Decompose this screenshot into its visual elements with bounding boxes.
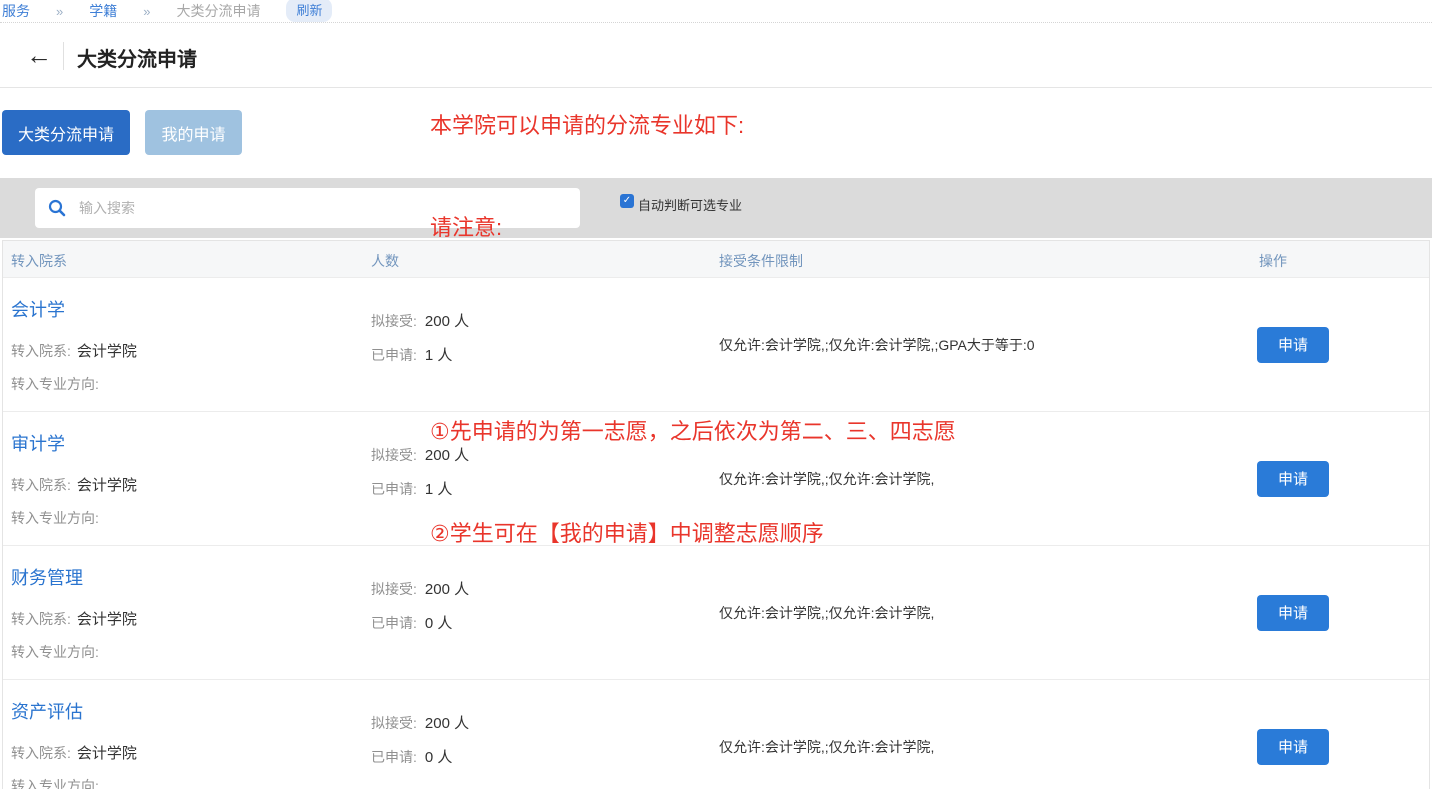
dept-value: 会计学院 — [77, 745, 137, 762]
condition-text: 仅允许:会计学院,;仅允许:会计学院,;GPA大于等于:0 — [719, 335, 1035, 355]
majors-table: 转入院系 人数 接受条件限制 操作 会计学 转入院系:会计学院 转入专业方向: … — [2, 240, 1430, 789]
planned-label: 拟接受: — [371, 313, 417, 329]
apply-button[interactable]: 申请 — [1257, 595, 1329, 631]
dept-line: 转入院系: 会计学院 — [11, 474, 137, 495]
applied-value: 1 人 — [425, 347, 453, 364]
major-link[interactable]: 资产评估 — [11, 698, 83, 724]
applied-label: 已申请: — [371, 615, 417, 631]
column-header-operation: 操作 — [1259, 251, 1287, 271]
direction-label: 转入专业方向: — [11, 376, 99, 392]
direction-line: 转入专业方向: — [11, 776, 105, 789]
breadcrumb-item-services[interactable]: 服务 — [2, 1, 30, 21]
dept-label: 转入院系: — [11, 477, 71, 493]
breadcrumb-item-student-status[interactable]: 学籍 — [89, 1, 117, 21]
direction-line: 转入专业方向: — [11, 642, 105, 662]
planned-label: 拟接受: — [371, 581, 417, 597]
dept-label: 转入院系: — [11, 611, 71, 627]
tab-major-diversion-application[interactable]: 大类分流申请 — [2, 110, 130, 155]
major-link[interactable]: 会计学 — [11, 296, 65, 322]
planned-line: 拟接受: 200 人 — [371, 578, 469, 599]
direction-label: 转入专业方向: — [11, 778, 99, 789]
toolbar: ✓ 自动判断可选专业 — [0, 178, 1432, 238]
breadcrumb-item-current: 大类分流申请 — [176, 1, 260, 21]
applied-label: 已申请: — [371, 749, 417, 765]
column-header-dept: 转入院系 — [11, 251, 67, 271]
dept-line: 转入院系: 会计学院 — [11, 340, 137, 361]
page: 服务 » 学籍 » 大类分流申请 刷新 ← 大类分流申请 本学院可以申请的分流专… — [0, 0, 1432, 789]
annotation-line: 本学院可以申请的分流专业如下: — [430, 109, 956, 143]
planned-value: 200 人 — [425, 447, 469, 464]
planned-value: 200 人 — [425, 581, 469, 598]
header-divider — [63, 42, 64, 70]
dept-line: 转入院系: 会计学院 — [11, 608, 137, 629]
back-arrow-icon[interactable]: ← — [26, 41, 52, 69]
refresh-button[interactable]: 刷新 — [286, 0, 332, 22]
applied-line: 已申请: 0 人 — [371, 746, 452, 767]
planned-line: 拟接受: 200 人 — [371, 310, 469, 331]
tab-my-applications[interactable]: 我的申请 — [145, 110, 242, 155]
dept-label: 转入院系: — [11, 343, 71, 359]
dept-value: 会计学院 — [77, 477, 137, 494]
auto-judge-checkbox-label: 自动判断可选专业 — [638, 195, 742, 214]
planned-line: 拟接受: 200 人 — [371, 712, 469, 733]
search-box[interactable] — [35, 188, 580, 228]
applied-value: 0 人 — [425, 749, 453, 766]
search-input[interactable] — [79, 188, 580, 228]
direction-label: 转入专业方向: — [11, 644, 99, 660]
planned-label: 拟接受: — [371, 447, 417, 463]
breadcrumb-separator-icon: » — [56, 4, 63, 19]
direction-line: 转入专业方向: — [11, 374, 105, 394]
table-row: 会计学 转入院系:会计学院 转入专业方向: 拟接受:200 人 已申请:1 人 … — [3, 278, 1429, 412]
planned-line: 拟接受: 200 人 — [371, 444, 469, 465]
direction-label: 转入专业方向: — [11, 510, 99, 526]
planned-value: 200 人 — [425, 715, 469, 732]
auto-judge-checkbox[interactable]: ✓ 自动判断可选专业 — [620, 191, 742, 214]
applied-label: 已申请: — [371, 481, 417, 497]
column-header-condition: 接受条件限制 — [719, 251, 803, 271]
page-title: 大类分流申请 — [77, 43, 197, 72]
breadcrumb: 服务 » 学籍 » 大类分流申请 刷新 — [0, 0, 1432, 23]
dept-value: 会计学院 — [77, 611, 137, 628]
page-header: ← 大类分流申请 — [0, 24, 1432, 88]
apply-button[interactable]: 申请 — [1257, 729, 1329, 765]
major-link[interactable]: 财务管理 — [11, 564, 83, 590]
dept-label: 转入院系: — [11, 745, 71, 761]
applied-line: 已申请: 1 人 — [371, 344, 452, 365]
table-header-row: 转入院系 人数 接受条件限制 操作 — [3, 241, 1429, 278]
search-icon — [35, 199, 79, 217]
column-header-count: 人数 — [371, 251, 399, 271]
apply-button[interactable]: 申请 — [1257, 461, 1329, 497]
planned-label: 拟接受: — [371, 715, 417, 731]
planned-value: 200 人 — [425, 313, 469, 330]
table-row: 财务管理 转入院系: 会计学院 转入专业方向: 拟接受: 200 人 已申请: 0 人… — [3, 546, 1429, 680]
condition-text: 仅允许:会计学院,;仅允许:会计学院, — [719, 469, 934, 489]
applied-line: 已申请: 0 人 — [371, 612, 452, 633]
applied-value: 1 人 — [425, 481, 453, 498]
applied-line: 已申请: 1 人 — [371, 478, 452, 499]
major-link[interactable]: 审计学 — [11, 430, 65, 456]
dept-value: 会计学院 — [77, 343, 137, 360]
applied-value: 0 人 — [425, 615, 453, 632]
applied-label: 已申请: — [371, 347, 417, 363]
direction-line: 转入专业方向: — [11, 508, 105, 528]
condition-text: 仅允许:会计学院,;仅允许:会计学院, — [719, 603, 934, 623]
dept-line: 转入院系: 会计学院 — [11, 742, 137, 763]
breadcrumb-separator-icon: » — [143, 4, 150, 19]
condition-text: 仅允许:会计学院,;仅允许:会计学院, — [719, 737, 934, 757]
checkbox-checked-icon[interactable]: ✓ — [620, 194, 634, 208]
apply-button[interactable]: 申请 — [1257, 327, 1329, 363]
table-row: 审计学 转入院系:会计学院 转入专业方向: 拟接受:200 人 已申请:1 人 … — [3, 412, 1429, 546]
table-row: 资产评估 转入院系: 会计学院 转入专业方向: 拟接受: 200 人 已申请: 0 人… — [3, 680, 1429, 789]
